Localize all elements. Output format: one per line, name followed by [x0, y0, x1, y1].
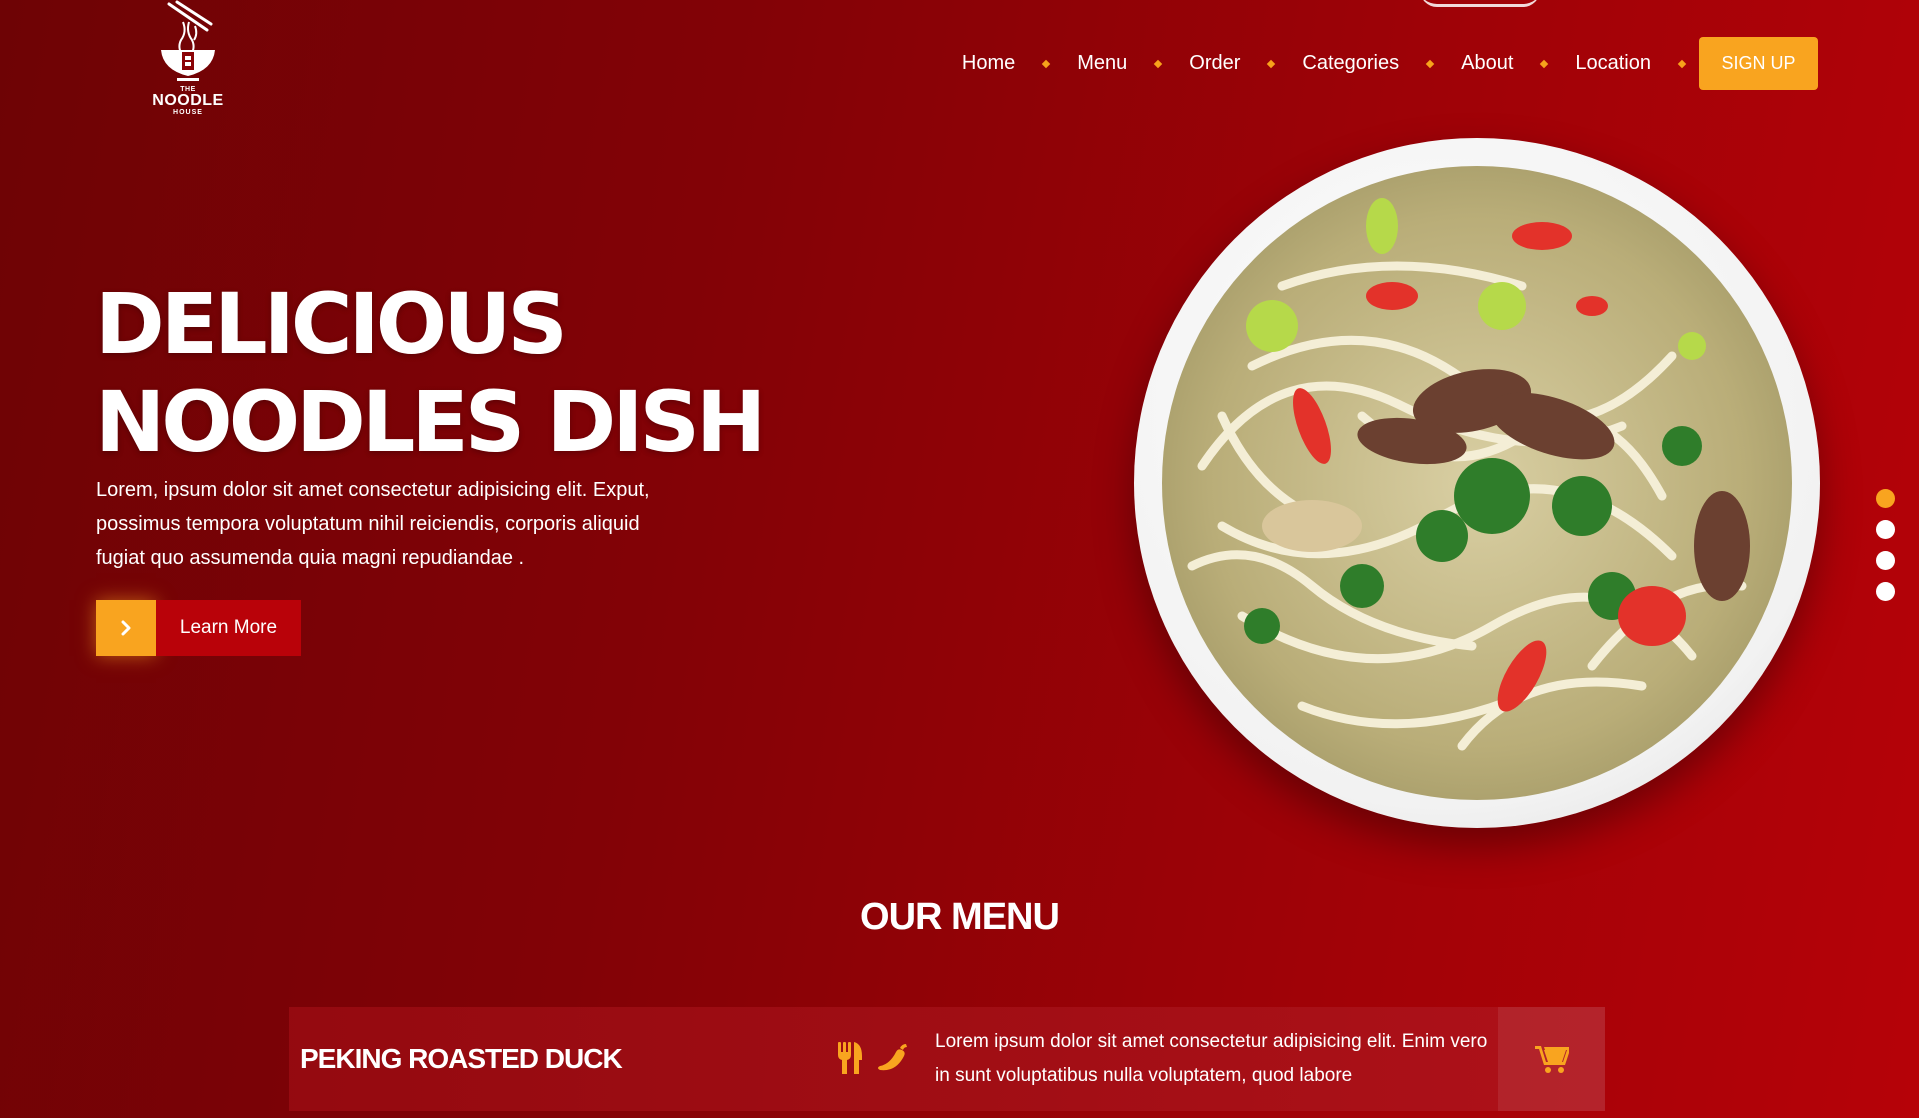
- learn-more-button[interactable]: Learn More: [96, 600, 301, 656]
- brand-logo[interactable]: THE NOODLE HOUSE: [148, 0, 228, 125]
- hero-image-edge: [1420, 0, 1540, 7]
- utensils-icon: [838, 1042, 862, 1074]
- signup-button[interactable]: SIGN UP: [1699, 37, 1818, 90]
- nav-separator-icon: [1267, 59, 1276, 68]
- nav-link-location[interactable]: Location: [1575, 52, 1651, 75]
- nav-item-location: Location: [1575, 52, 1699, 75]
- nav-link-order[interactable]: Order: [1189, 52, 1240, 75]
- nav-item-menu: Menu: [1077, 52, 1189, 75]
- nav-link-categories[interactable]: Categories: [1302, 52, 1399, 75]
- menu-item-description: Lorem ipsum dolor sit amet consectetur a…: [935, 1031, 1488, 1086]
- menu-section-title: OUR MENU: [860, 896, 1060, 938]
- noodle-bowl-logo-icon: [161, 0, 215, 81]
- nav-separator-icon: [1041, 59, 1051, 68]
- nav-link-home[interactable]: Home: [962, 52, 1015, 75]
- chevron-right-icon: [96, 600, 156, 656]
- nav-item-order: Order: [1189, 52, 1302, 75]
- add-to-cart-button[interactable]: [1498, 1007, 1605, 1111]
- nav-separator-icon: [1540, 59, 1549, 68]
- hero-title-line-1: DELICIOUS: [95, 275, 568, 373]
- nav-separator-icon: [1677, 59, 1687, 68]
- slider-dot-2[interactable]: [1876, 520, 1895, 539]
- learn-more-label: Learn More: [156, 600, 301, 656]
- noodle-bowl-image: [1134, 138, 1820, 828]
- slider-dot-4[interactable]: [1876, 582, 1895, 601]
- nav-link-menu[interactable]: Menu: [1077, 52, 1127, 75]
- nav-separator-icon: [1425, 59, 1435, 68]
- slider-dot-3[interactable]: [1876, 551, 1895, 570]
- hero-slider-dots: [1876, 489, 1895, 601]
- shopping-cart-icon: [1534, 1046, 1569, 1073]
- menu-item-name: PEKING ROASTED DUCK: [300, 1043, 623, 1074]
- nav-separator-icon: [1154, 59, 1163, 68]
- logo-text-noodle: NOODLE: [152, 92, 224, 109]
- main-nav: Home Menu Order Categories About Locatio…: [962, 37, 1818, 90]
- nav-item-about: About: [1461, 52, 1575, 75]
- nav-link-about[interactable]: About: [1461, 52, 1513, 75]
- menu-item-row[interactable]: PEKING ROASTED DUCK Lorem ipsum dolor si…: [289, 1007, 1605, 1111]
- nav-item-categories: Categories: [1302, 52, 1461, 75]
- hero-description: Lorem, ipsum dolor sit amet consectetur …: [96, 479, 650, 569]
- noodle-bowl-contents: [1162, 166, 1792, 800]
- menu-item-icons: [836, 1042, 910, 1074]
- hero-title-line-2: NOODLES DISH: [95, 373, 766, 471]
- hero-title: DELICIOUS NOODLES DISH: [95, 275, 766, 471]
- nav-item-home: Home: [962, 52, 1077, 75]
- logo-text-house: HOUSE: [173, 109, 203, 116]
- chili-pepper-icon: [878, 1044, 907, 1071]
- slider-dot-1[interactable]: [1876, 489, 1895, 508]
